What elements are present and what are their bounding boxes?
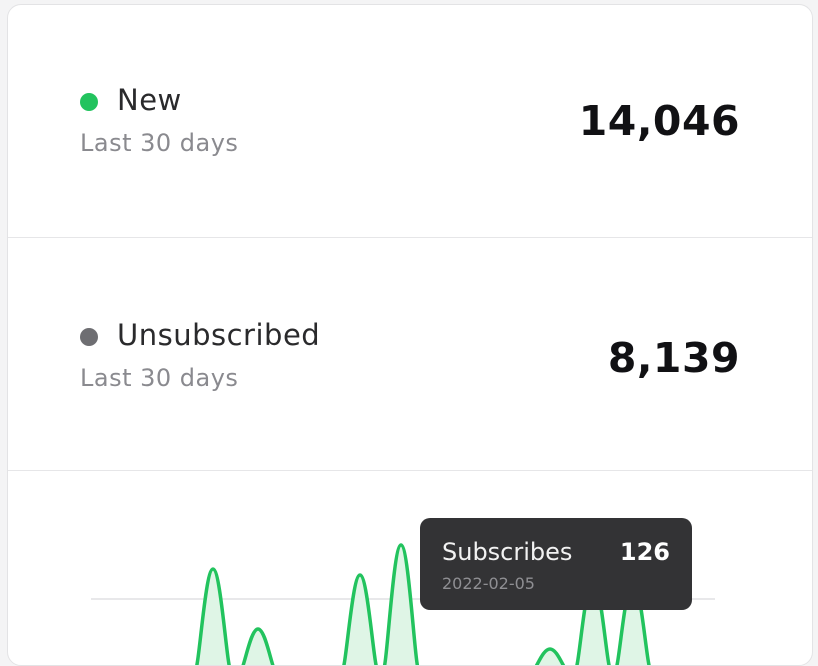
stat-label-unsubscribed: Unsubscribed — [117, 318, 321, 352]
stat-period-new: Last 30 days — [80, 129, 239, 157]
stat-label-new: New — [117, 83, 182, 117]
tooltip-date: 2022-02-05 — [442, 574, 535, 593]
new-status-dot — [80, 93, 98, 111]
tooltip-value: 126 — [619, 538, 670, 566]
stat-row-unsubscribed[interactable]: Unsubscribed Last 30 days 8,139 — [8, 238, 812, 471]
stat-period-unsubscribed: Last 30 days — [80, 364, 239, 392]
subscriber-stats-card: New Last 30 days 14,046 Unsubscribed Las… — [7, 4, 813, 666]
chart-tooltip: Subscribes 126 2022-02-05 — [420, 518, 692, 610]
tooltip-title: Subscribes — [442, 538, 573, 566]
subscribes-chart[interactable]: Subscribes 126 2022-02-05 — [8, 471, 812, 665]
unsubscribed-status-dot — [80, 328, 98, 346]
stat-value-new: 14,046 — [578, 97, 740, 145]
stat-row-new[interactable]: New Last 30 days 14,046 — [8, 5, 812, 238]
stat-value-unsubscribed: 8,139 — [607, 334, 740, 382]
